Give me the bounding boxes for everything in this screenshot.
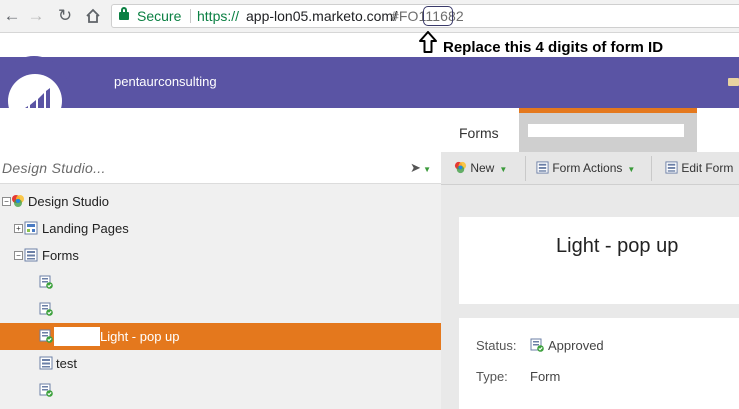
tree-item-label: Landing Pages: [42, 221, 129, 236]
form-actions-icon: [536, 161, 549, 174]
edit-form-button[interactable]: Edit Form: [665, 152, 733, 185]
status-label: Status:: [476, 338, 517, 353]
tree-item-design-studio[interactable]: − Design Studio: [0, 188, 441, 215]
form-approved-icon: [39, 383, 53, 397]
form-actions-button[interactable]: Form Actions ▼: [536, 152, 635, 185]
tree-item-forms[interactable]: − Forms: [0, 242, 441, 269]
status-value: Approved: [548, 338, 604, 353]
type-value: Form: [530, 369, 561, 384]
form-title: Light - pop up: [556, 235, 679, 257]
form-id-highlight-box: [423, 6, 453, 26]
browser-toolbar: ← → ↻ Secure https:// app-lon05.marketo.…: [0, 0, 739, 33]
address-bar[interactable]: Secure https:// app-lon05.marketo.com/ #…: [111, 4, 739, 28]
tab-forms[interactable]: Forms: [459, 125, 499, 141]
form-icon: [39, 356, 53, 370]
dropdown-caret-icon: ▼: [499, 165, 508, 174]
redaction: [528, 124, 684, 137]
secure-label: Secure: [137, 8, 182, 24]
tree-item-form[interactable]: [0, 296, 441, 323]
redaction: [54, 327, 100, 346]
approved-icon: [530, 338, 544, 352]
form-info-card: [459, 318, 739, 409]
url-host: app-lon05.marketo.com/: [246, 8, 397, 24]
tree-item-form[interactable]: [0, 377, 441, 404]
tree-item-form[interactable]: test: [0, 350, 441, 377]
form-actions-label: Form Actions: [552, 161, 623, 175]
new-icon: [454, 161, 467, 174]
form-approved-icon: [39, 275, 53, 289]
tree-item-landing-pages[interactable]: + Landing Pages: [0, 215, 441, 242]
lock-icon: [119, 7, 129, 21]
tree-item-label: test: [56, 356, 77, 371]
tree-item-label: Light - pop up: [100, 329, 180, 344]
edit-form-label: Edit Form: [681, 161, 734, 175]
company-name: pentaurconsulting: [114, 74, 217, 89]
form-approved-icon: [39, 329, 53, 343]
edit-form-icon: [665, 161, 678, 174]
collapse-icon[interactable]: −: [14, 251, 23, 260]
form-toolbar: New ▼ Form Actions ▼ Edit Form: [441, 152, 739, 185]
dropdown-caret-icon: ▼: [627, 165, 636, 174]
tree-item-form-selected[interactable]: Light - pop up: [0, 323, 441, 350]
expand-icon[interactable]: +: [14, 224, 23, 233]
home-icon[interactable]: [83, 6, 103, 26]
form-approved-icon: [39, 302, 53, 316]
collapse-icon[interactable]: −: [2, 197, 11, 206]
tree-search[interactable]: Design Studio... ➤ ▼: [0, 152, 441, 184]
filter-tool-icon[interactable]: ➤ ▼: [410, 160, 431, 176]
landing-pages-icon: [24, 221, 38, 235]
back-arrow-icon[interactable]: ←: [2, 6, 22, 26]
tree-item-form[interactable]: [0, 269, 441, 296]
design-studio-icon: [12, 195, 24, 207]
tree-item-label: Design Studio: [28, 194, 109, 209]
forward-arrow-icon[interactable]: →: [26, 6, 46, 26]
toolbar-divider: [651, 156, 652, 181]
new-label: New: [470, 161, 495, 175]
notification-icon[interactable]: [728, 78, 739, 86]
new-button[interactable]: New ▼: [454, 152, 507, 185]
url-protocol: https://: [197, 8, 240, 24]
up-arrow-icon: [419, 31, 437, 53]
redaction: [470, 237, 554, 261]
reload-icon[interactable]: ↻: [55, 6, 75, 26]
toolbar-divider: [525, 156, 526, 181]
type-label: Type:: [476, 369, 508, 384]
app-header: [0, 57, 739, 108]
search-input[interactable]: Design Studio...: [2, 160, 106, 176]
forms-folder-icon: [24, 248, 38, 262]
tree-item-label: Forms: [42, 248, 79, 263]
url-separator: [190, 9, 191, 23]
